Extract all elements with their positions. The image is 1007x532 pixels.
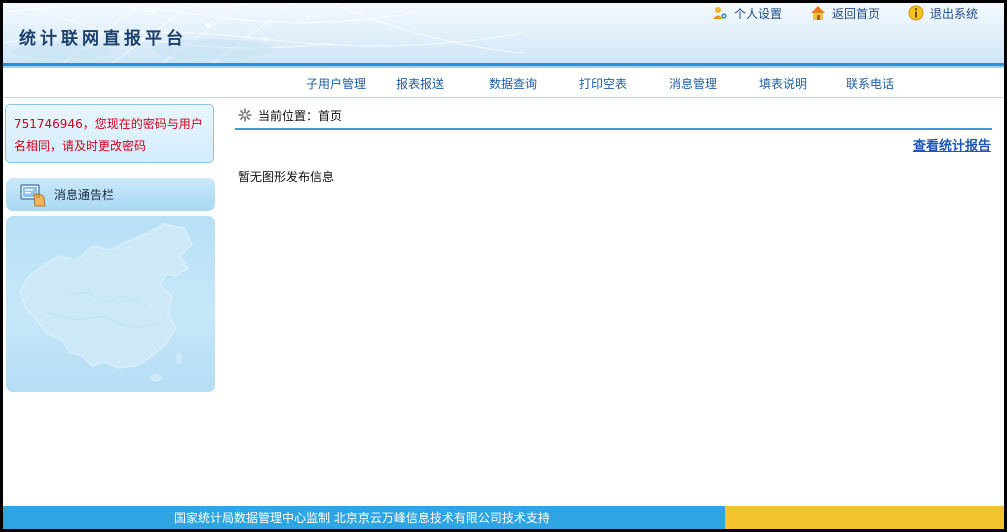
view-statistics-report-link[interactable]: 查看统计报告: [913, 135, 991, 154]
nav-item-sub-user[interactable]: 子用户管理: [306, 75, 366, 92]
main-nav: 子用户管理 报表报送 数据查询 打印空表 消息管理 填表说明 联系电话: [3, 68, 1004, 97]
notice-board-label: 消息通告栏: [54, 188, 115, 202]
home-icon: [810, 6, 825, 20]
logout-link[interactable]: 退出系统: [908, 5, 978, 22]
breadcrumb: 当前位置： 首页: [238, 106, 342, 124]
breadcrumb-label: 当前位置：: [258, 108, 319, 123]
top-links: 个人设置 返回首页 退出系统: [684, 3, 978, 23]
info-exit-icon: [908, 5, 924, 21]
personal-settings-link[interactable]: 个人设置: [712, 5, 782, 22]
china-map-panel: [6, 216, 215, 392]
password-warning-text: 751746946，您现在的密码与用户名相同，请及时更改密码: [14, 117, 203, 153]
header: 统计联网直报平台 个人设置 返回首页 退出系统: [3, 3, 1004, 63]
nav-item-contact[interactable]: 联系电话: [846, 75, 894, 92]
nav-item-messages[interactable]: 消息管理: [669, 75, 717, 92]
footer: 国家统计局数据管理中心监制 北京京云万峰信息技术有限公司技术支持: [3, 506, 725, 529]
home-label: 返回首页: [831, 6, 880, 21]
notice-board-icon: [20, 183, 46, 206]
logout-label: 退出系统: [929, 6, 978, 21]
personal-settings-label: 个人设置: [733, 6, 782, 21]
nav-item-data-query[interactable]: 数据查询: [489, 75, 537, 92]
breadcrumb-divider: [235, 128, 992, 130]
nav-item-fill-help[interactable]: 填表说明: [759, 75, 807, 92]
nav-item-print-blank[interactable]: 打印空表: [579, 75, 627, 92]
breadcrumb-current[interactable]: 首页: [318, 107, 342, 124]
home-link[interactable]: 返回首页: [810, 5, 880, 22]
nav-item-report-submit[interactable]: 报表报送: [396, 75, 444, 92]
nav-divider: [3, 97, 1004, 98]
app-title: 统计联网直报平台: [19, 29, 187, 49]
password-warning-box: 751746946，您现在的密码与用户名相同，请及时更改密码: [5, 104, 214, 163]
empty-chart-message: 暂无图形发布信息: [238, 170, 335, 184]
user-settings-icon: [712, 7, 727, 19]
notice-board-button[interactable]: 消息通告栏: [6, 178, 215, 211]
footer-credits: 国家统计局数据管理中心监制 北京京云万峰信息技术有限公司技术支持: [174, 511, 550, 525]
app-window: 统计联网直报平台 个人设置 返回首页 退出系统 子用户管理 报表报送 数据查询 …: [3, 3, 1004, 529]
footer-accent: [725, 506, 1004, 529]
china-map-image: [19, 223, 193, 382]
breadcrumb-star-icon: [238, 108, 252, 122]
